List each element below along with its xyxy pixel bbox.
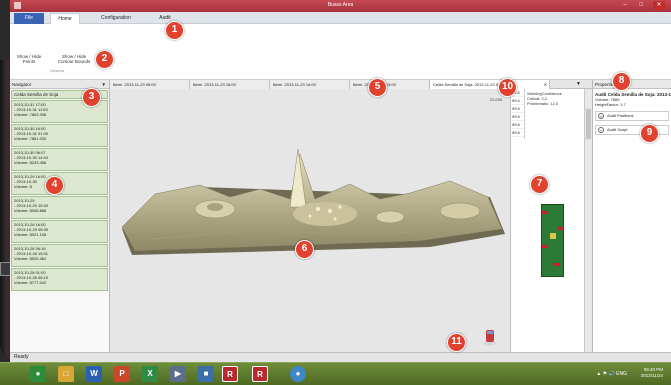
show-hide-contour-button[interactable]: Show / Hide Contour Bounds [54,54,94,64]
navigator-item-volume: Volume: 8525.362 [14,256,47,261]
properties-header: Properties [593,80,671,89]
tab-configuration[interactable]: Configuration [86,13,146,24]
doc-tab-active[interactable]: Celda Semilla de Soja: 2013-11-23 07:00 … [430,80,550,89]
tab-dropdown-icon[interactable]: ▼ [576,80,581,89]
media-icon[interactable]: ▶ [170,366,186,382]
app-r-icon[interactable]: R [222,366,238,382]
navigator-item-volume: Volume: 8777.042 [14,280,47,285]
chrome-icon[interactable]: ● [30,366,46,382]
value-cell: 99.6 [511,129,524,137]
navigator-item[interactable]: 2013-10-28 16:00- 2013-10-29 05:09 Volume… [11,220,108,243]
minimize-button[interactable]: – [619,1,631,10]
value-column: 93.5 99.4 99.5 99.5 99.6 99.6 [511,89,525,139]
ribbon-tabs: File Home Configuration Audit [10,12,671,24]
callout-marker: 5 [368,78,387,97]
value-cell: 99.5 [511,113,524,121]
doc-tab[interactable]: Bemí. 2013-11-23 09:00 [110,80,190,89]
app-logo-icon[interactable] [483,328,497,346]
network-icon[interactable]: ● [290,366,306,382]
navigator-panel: Navigator ▼ Celda Semilla de Soja 2013-1… [10,80,110,352]
callout-marker: 1 [165,21,184,40]
callout-marker: 3 [82,88,101,107]
problematic-label: Problematic: 12.0 [527,101,559,106]
window-title: Busss Area [327,2,354,8]
silo-tank-icon [541,204,564,277]
chevron-down-icon: ˅ [598,113,604,119]
navigator-item[interactable]: 2013-10-28 01:00- 2013-10-28 06:15 Volume… [11,268,108,291]
navigator-item-volume: Volume: 7863.396 [14,112,47,117]
property-height-factor: HeightFactor: 1.7 [595,102,626,107]
navigator-item-volume: Volume: 8021.106 [14,232,47,237]
callout-marker: 2 [95,50,114,69]
callout-marker: 11 [447,333,466,352]
ribbon-group-label: Viewers [50,68,65,73]
vertical-scrollbar[interactable] [584,89,592,352]
powerpoint-icon[interactable]: P [114,366,130,382]
navigator-item-volume: Volume: 8233.456 [14,160,47,165]
navigator-list: 2013-10-31 17:00- 2013-10-31 11:53 Volume… [10,100,109,291]
callout-marker: 6 [295,240,314,259]
navigator-title: Navigator [12,82,32,87]
status-bar: Ready [10,352,671,362]
properties-panel: Properties Audit Celda Semilla de Soja: … [592,80,671,352]
navigator-item[interactable]: 2013-10-29- 2013-10-29 15:00 Volume: 8005… [11,196,108,219]
navigator-item[interactable]: 2013-10-30 06:07- 2013-10-30 14:04 Volume… [11,148,108,171]
app-r-icon[interactable]: R [252,366,268,382]
doc-tab[interactable]: Bemí. 2013-11-23 14:00 [270,80,350,89]
navigator-item-volume: Volume: 7861.030 [14,136,47,141]
doc-tab[interactable]: Bemí. 2013-11-23 15:00 [190,80,270,89]
callout-marker: 7 [530,175,549,194]
chevron-down-icon: ˅ [598,127,604,133]
explorer-icon[interactable]: ■ [198,366,214,382]
value-cell: 99.5 [511,105,524,113]
windows-taskbar: ● □ W P X ▶ ■ R R ● ▲ ⚑ 🔊 ENG 09:40 PM 2… [0,362,671,385]
maximize-button[interactable]: □ [635,1,647,10]
tray-icons[interactable]: ▲ ⚑ 🔊 ENG [596,371,627,377]
title-bar: Busss Area – □ ✕ [10,0,671,12]
folder-icon[interactable]: □ [58,366,74,382]
tab-home[interactable]: Home [50,13,80,24]
value-cell: 99.4 [511,97,524,105]
document-tabs: Bemí. 2013-11-23 09:00 Bemí. 2013-11-23 … [110,80,596,89]
tab-file[interactable]: File [14,13,44,24]
excel-icon[interactable]: X [142,366,158,382]
pin-icon[interactable]: ▼ [102,80,106,89]
terrain-mesh [121,148,505,255]
callout-marker: 10 [498,78,517,97]
system-clock[interactable]: 09:40 PM 2013/11/24 [641,367,663,379]
close-button[interactable]: ✕ [653,1,665,10]
callout-marker: 4 [45,176,64,195]
audit-positions-section[interactable]: ˅ Audit Positions [595,111,669,121]
show-hide-points-button[interactable]: Show / Hide Points [14,54,44,64]
word-icon[interactable]: W [86,366,102,382]
callout-marker: 8 [612,72,631,91]
doc-tab[interactable]: Bemí. 2013-11-23 13:00 [350,80,430,89]
properties-title: Audit Celda Semilla de Soja: 2013-11 [595,92,671,97]
confidence-stats: WarningConfidence Critical: 2.2 Problema… [527,91,562,106]
volume-readout: 22.095 [490,97,503,102]
navigator-item-volume: Volume: 8005.886 [14,208,47,213]
value-cell: 99.6 [511,121,524,129]
navigator-item[interactable]: 2013-10-28 06:16- 2013-10-28 15:01 Volume… [11,244,108,267]
close-tab-icon[interactable]: ✕ [544,80,547,89]
silo-monitor-panel: 93.5 99.4 99.5 99.5 99.6 99.6 WarningCon… [510,89,584,352]
callout-marker: 9 [640,124,659,143]
navigator-item[interactable]: 2013-10-30 16:00- 2013-10-31 01:00 Volume… [11,124,108,147]
terrain-3d-viewport[interactable]: 22.095 [110,89,510,352]
